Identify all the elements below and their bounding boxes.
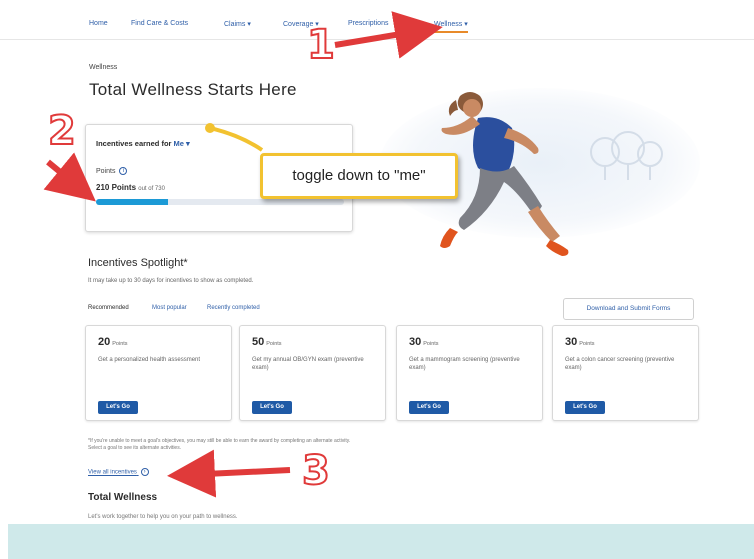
tab-recently-completed[interactable]: Recently completed <box>207 305 260 311</box>
card-points-value: 50 <box>252 336 265 348</box>
incentive-card: 30 Points Get a mammogram screening (prev… <box>396 325 543 421</box>
card-description: Get a mammogram screening (preventive ex… <box>409 357 520 371</box>
annotation-number-2: 2 <box>47 107 77 155</box>
callout-box: toggle down to "me" <box>260 153 458 199</box>
total-wellness-subtitle: Let's work together to help you on your … <box>88 514 238 520</box>
card-points: 50 Points <box>252 336 282 348</box>
nav-prescriptions[interactable]: Prescriptions <box>348 20 388 27</box>
nav-home[interactable]: Home <box>89 20 108 27</box>
incentive-card: 20 Points Get a personalized health asses… <box>85 325 232 421</box>
card-description: Get a colon cancer screening (preventive… <box>565 357 675 371</box>
nav-wellness[interactable]: Wellness ▾ <box>434 20 468 33</box>
points-total: out of 730 <box>138 186 165 192</box>
card-points-value: 20 <box>98 336 111 348</box>
card-points: 20 Points <box>98 336 128 348</box>
footnote-line-1: *If you're unable to meet a goal's objec… <box>88 438 351 444</box>
spotlight-note: It may take up to 30 days for incentives… <box>88 278 254 284</box>
tab-recommended[interactable]: Recommended <box>88 305 129 311</box>
arrow-3-icon <box>167 449 291 498</box>
points-progress-fill <box>96 199 168 205</box>
annotation-number-1: 1 <box>306 21 336 69</box>
lets-go-button[interactable]: Let's Go <box>565 401 605 414</box>
points-value: 210 Points <box>96 183 137 192</box>
lets-go-button[interactable]: Let's Go <box>409 401 449 414</box>
member-toggle[interactable]: Me ▾ <box>174 139 190 148</box>
annotation-number-3: 3 <box>301 447 331 495</box>
card-description: Get a personalized health assessment <box>98 357 201 363</box>
card-points-unit: Points <box>266 341 282 347</box>
lets-go-button[interactable]: Let's Go <box>252 401 292 414</box>
arrow-circle-icon: › <box>140 468 149 476</box>
nav-find-care[interactable]: Find Care & Costs <box>131 20 188 27</box>
download-submit-forms-button[interactable]: Download and Submit Forms <box>563 298 694 320</box>
incentives-heading-label: Incentives earned for <box>96 139 172 148</box>
card-description: Get my annual OB/GYN exam (preventive ex… <box>252 357 364 371</box>
view-all-label[interactable]: View all incentives <box>88 470 137 476</box>
card-points-unit: Points <box>423 341 439 347</box>
page-title: Total Wellness Starts Here <box>89 80 297 99</box>
total-wellness-title: Total Wellness <box>88 492 158 503</box>
top-navigation: Home Find Care & Costs Claims ▾ Coverage… <box>0 0 754 40</box>
info-icon[interactable]: i <box>119 167 128 175</box>
points-label-row: Points i <box>96 167 128 175</box>
card-points: 30 Points <box>565 336 595 348</box>
lets-go-button[interactable]: Let's Go <box>98 401 138 414</box>
card-points: 30 Points <box>409 336 439 348</box>
page-eyebrow: Wellness <box>89 64 118 71</box>
nav-claims[interactable]: Claims ▾ <box>224 20 251 28</box>
tab-most-popular[interactable]: Most popular <box>152 305 187 311</box>
arrow-2-icon <box>43 152 96 202</box>
card-points-unit: Points <box>112 341 128 347</box>
points-progress-bar <box>96 199 344 205</box>
card-points-value: 30 <box>409 336 422 348</box>
spotlight-title: Incentives Spotlight* <box>88 257 188 269</box>
points-label: Points <box>96 167 116 175</box>
incentive-card: 30 Points Get a colon cancer screening (p… <box>552 325 699 421</box>
incentive-card: 50 Points Get my annual OB/GYN exam (prev… <box>239 325 386 421</box>
card-points-value: 30 <box>565 336 578 348</box>
footer-band <box>8 524 754 559</box>
incentives-heading: Incentives earned for Me ▾ <box>96 139 190 148</box>
card-points-unit: Points <box>579 341 595 347</box>
points-value-row: 210 Points out of 730 <box>96 183 165 192</box>
view-all-incentives-link[interactable]: View all incentives › <box>88 468 149 476</box>
